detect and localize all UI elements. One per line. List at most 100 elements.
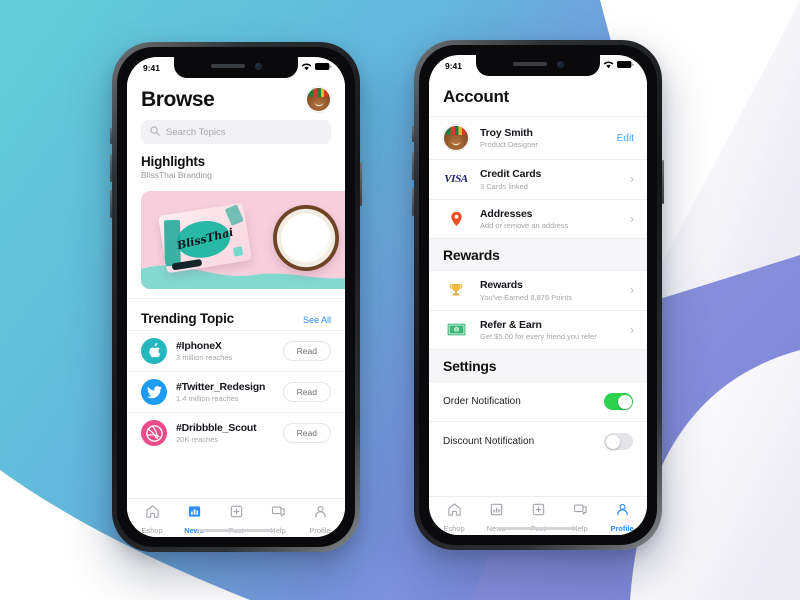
discount-notification-toggle[interactable]	[604, 433, 633, 450]
account-content: Account Troy Smith Product Designer Edit	[429, 76, 647, 535]
avatar[interactable]	[306, 87, 331, 112]
addresses-row[interactable]: Addresses Add or remove an address ›	[429, 198, 647, 238]
tab-bar-wrapper: Eshop News Post	[127, 485, 345, 537]
refer-earn-row[interactable]: $ Refer & Earn Get $5.00 for every frien…	[429, 309, 647, 349]
apple-icon	[141, 338, 167, 364]
trend-tag: #Dribbble_Scout	[176, 422, 257, 434]
tab-eshop[interactable]: Eshop	[433, 502, 475, 533]
battery-icon	[315, 62, 332, 73]
trending-title: Trending Topic	[141, 311, 234, 326]
front-camera-icon	[254, 62, 262, 70]
visa-logo: VISA	[442, 173, 470, 185]
tab-profile[interactable]: Profile	[299, 504, 341, 535]
location-pin-icon	[442, 211, 470, 227]
page-title: Browse	[141, 87, 215, 111]
volume-up-button[interactable]	[412, 152, 414, 180]
browse-content: Browse Search Topics Highlights BlissTha…	[127, 78, 345, 537]
read-button[interactable]: Read	[282, 382, 331, 402]
order-notification-row[interactable]: Order Notification	[429, 381, 647, 421]
volume-down-button[interactable]	[110, 190, 112, 218]
notch	[476, 55, 600, 76]
chat-icon	[271, 504, 286, 524]
status-time: 9:41	[143, 62, 161, 73]
phone-device-browse: 9:41 Browse Search Topics Highlights Bli…	[110, 42, 362, 552]
list-item[interactable]: #Twitter_Redesign 1.4 million reaches Re…	[127, 371, 345, 412]
silent-switch[interactable]	[412, 126, 414, 142]
row-sub: 3 Cards linked	[480, 181, 528, 191]
row-sub: You've Earned 8,876 Points	[480, 292, 573, 302]
news-icon	[187, 504, 202, 524]
row-sub: Add or remove an address	[480, 221, 569, 230]
read-button[interactable]: Read	[282, 341, 331, 361]
volume-down-button[interactable]	[412, 188, 414, 216]
highlights-carousel[interactable]: BlissThai	[127, 191, 345, 289]
home-icon	[145, 504, 160, 524]
volume-up-button[interactable]	[110, 154, 112, 182]
highlight-card[interactable]: BlissThai	[141, 191, 345, 289]
person-icon	[313, 504, 328, 524]
settings-group-title: Settings	[429, 349, 647, 381]
row-label: Rewards	[480, 279, 523, 291]
phone-device-account: 9:41 Account Troy Smith Product Designer…	[412, 40, 664, 550]
see-all-link[interactable]: See All	[303, 315, 331, 325]
home-indicator[interactable]	[499, 526, 577, 530]
power-button[interactable]	[360, 162, 362, 206]
credit-cards-row[interactable]: VISA Credit Cards 3 Cards linked ›	[429, 159, 647, 199]
list-item[interactable]: #IphoneX 3 million reaches Read	[127, 330, 345, 371]
toggle-knob	[605, 434, 620, 449]
card-brand-text: BlissThai	[175, 225, 235, 253]
chat-icon	[573, 502, 588, 522]
earpiece-speaker	[512, 62, 547, 66]
profile-row[interactable]: Troy Smith Product Designer Edit	[429, 116, 647, 159]
trend-reach: 1.4 million reaches	[176, 394, 239, 403]
rewards-row[interactable]: Rewards You've Earned 8,876 Points ›	[429, 270, 647, 310]
trophy-icon	[442, 282, 470, 298]
trend-reach: 3 million reaches	[176, 353, 233, 362]
battery-icon	[617, 60, 634, 71]
search-icon	[150, 123, 160, 141]
row-label: Credit Cards	[480, 168, 542, 180]
profile-role: Product Designer	[480, 140, 538, 150]
row-sub: Get $5.00 for every friend you refer	[480, 332, 597, 341]
list-item[interactable]: #Dribbble_Scout 20K reaches Read	[127, 412, 345, 453]
highlights-subtitle: BlissThai Branding	[141, 170, 212, 180]
search-placeholder: Search Topics	[166, 126, 226, 138]
avatar	[442, 125, 470, 151]
user-avatar	[443, 125, 469, 151]
tab-label: Eshop	[443, 524, 465, 533]
coconut-image	[273, 205, 339, 271]
chevron-right-icon: ›	[630, 283, 634, 298]
tab-label: Profile	[610, 524, 634, 533]
discount-notification-row[interactable]: Discount Notification	[429, 421, 647, 461]
tab-profile[interactable]: Profile	[601, 502, 643, 533]
tab-label: Eshop	[141, 526, 163, 535]
trend-tag: #IphoneX	[176, 340, 222, 352]
tab-eshop[interactable]: Eshop	[131, 504, 173, 535]
profile-name: Troy Smith	[480, 126, 533, 139]
chevron-right-icon: ›	[630, 322, 634, 337]
trend-tag: #Twitter_Redesign	[176, 381, 266, 393]
post-icon	[531, 502, 546, 522]
tab-label: Profile	[309, 526, 331, 535]
home-icon	[447, 502, 462, 522]
chevron-right-icon: ›	[630, 172, 634, 187]
silent-switch[interactable]	[110, 128, 112, 144]
setting-label: Order Notification	[443, 396, 521, 407]
phone-bezel: 9:41 Account Troy Smith Product Designer…	[419, 45, 657, 545]
edit-link[interactable]: Edit	[617, 133, 634, 144]
home-indicator[interactable]	[197, 528, 275, 532]
notch	[174, 57, 298, 78]
search-input[interactable]: Search Topics	[141, 120, 331, 144]
earpiece-speaker	[210, 64, 245, 68]
read-button[interactable]: Read	[282, 423, 331, 443]
wifi-icon	[603, 60, 614, 71]
power-button[interactable]	[662, 160, 664, 204]
money-icon: $	[442, 323, 470, 336]
wifi-icon	[301, 62, 312, 73]
person-icon	[615, 502, 630, 522]
account-screen: 9:41 Account Troy Smith Product Designer…	[429, 55, 647, 535]
order-notification-toggle[interactable]	[604, 393, 633, 410]
browse-screen: 9:41 Browse Search Topics Highlights Bli…	[127, 57, 345, 537]
trend-reach: 20K reaches	[176, 435, 219, 444]
toggle-knob	[617, 394, 632, 409]
